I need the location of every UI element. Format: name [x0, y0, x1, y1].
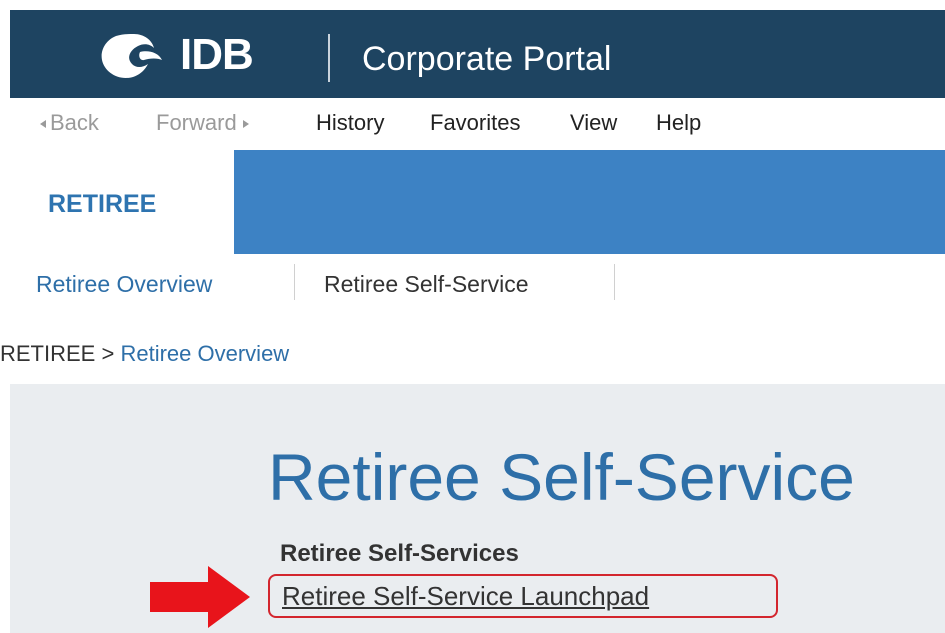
menu-view[interactable]: View — [570, 110, 617, 136]
forward-label: Forward — [156, 110, 237, 135]
menu-history[interactable]: History — [316, 110, 384, 136]
idb-logo-icon — [101, 34, 162, 78]
top-tabbar: RETIREE — [10, 150, 945, 254]
breadcrumb-root[interactable]: RETIREE — [0, 341, 95, 366]
launchpad-link-highlight: Retiree Self-Service Launchpad — [268, 574, 778, 618]
subtab-retiree-self-service[interactable]: Retiree Self-Service — [324, 270, 529, 298]
subtab-separator — [614, 264, 615, 300]
back-button[interactable]: Back — [40, 110, 99, 136]
portal-header: IDB Corporate Portal — [10, 10, 945, 98]
menu-help[interactable]: Help — [656, 110, 701, 136]
subtabs: Retiree Overview Retiree Self-Service — [10, 254, 945, 314]
breadcrumb-separator: > — [101, 341, 115, 366]
red-arrow-icon — [150, 566, 250, 628]
subtab-separator — [294, 264, 295, 300]
breadcrumb-current[interactable]: Retiree Overview — [120, 341, 289, 366]
page-title: Retiree Self-Service — [268, 440, 855, 514]
tab-retiree[interactable]: RETIREE — [10, 150, 234, 254]
forward-button[interactable]: Forward — [156, 110, 249, 136]
subtab-retiree-overview[interactable]: Retiree Overview — [36, 270, 212, 298]
section-heading: Retiree Self-Services — [280, 540, 519, 567]
tabbar-fill — [234, 150, 945, 254]
menubar: Back Forward History Favorites View Help — [10, 98, 945, 150]
launchpad-link[interactable]: Retiree Self-Service Launchpad — [282, 581, 649, 611]
tab-retiree-label: RETIREE — [48, 190, 157, 218]
back-arrow-icon — [40, 120, 46, 129]
header-divider — [328, 34, 330, 82]
logo-text: IDB — [180, 30, 254, 79]
forward-arrow-icon — [242, 120, 249, 129]
portal-title: Corporate Portal — [362, 40, 612, 78]
back-label: Back — [50, 110, 99, 135]
breadcrumb: RETIREE > Retiree Overview — [0, 340, 289, 368]
menu-favorites[interactable]: Favorites — [430, 110, 520, 136]
